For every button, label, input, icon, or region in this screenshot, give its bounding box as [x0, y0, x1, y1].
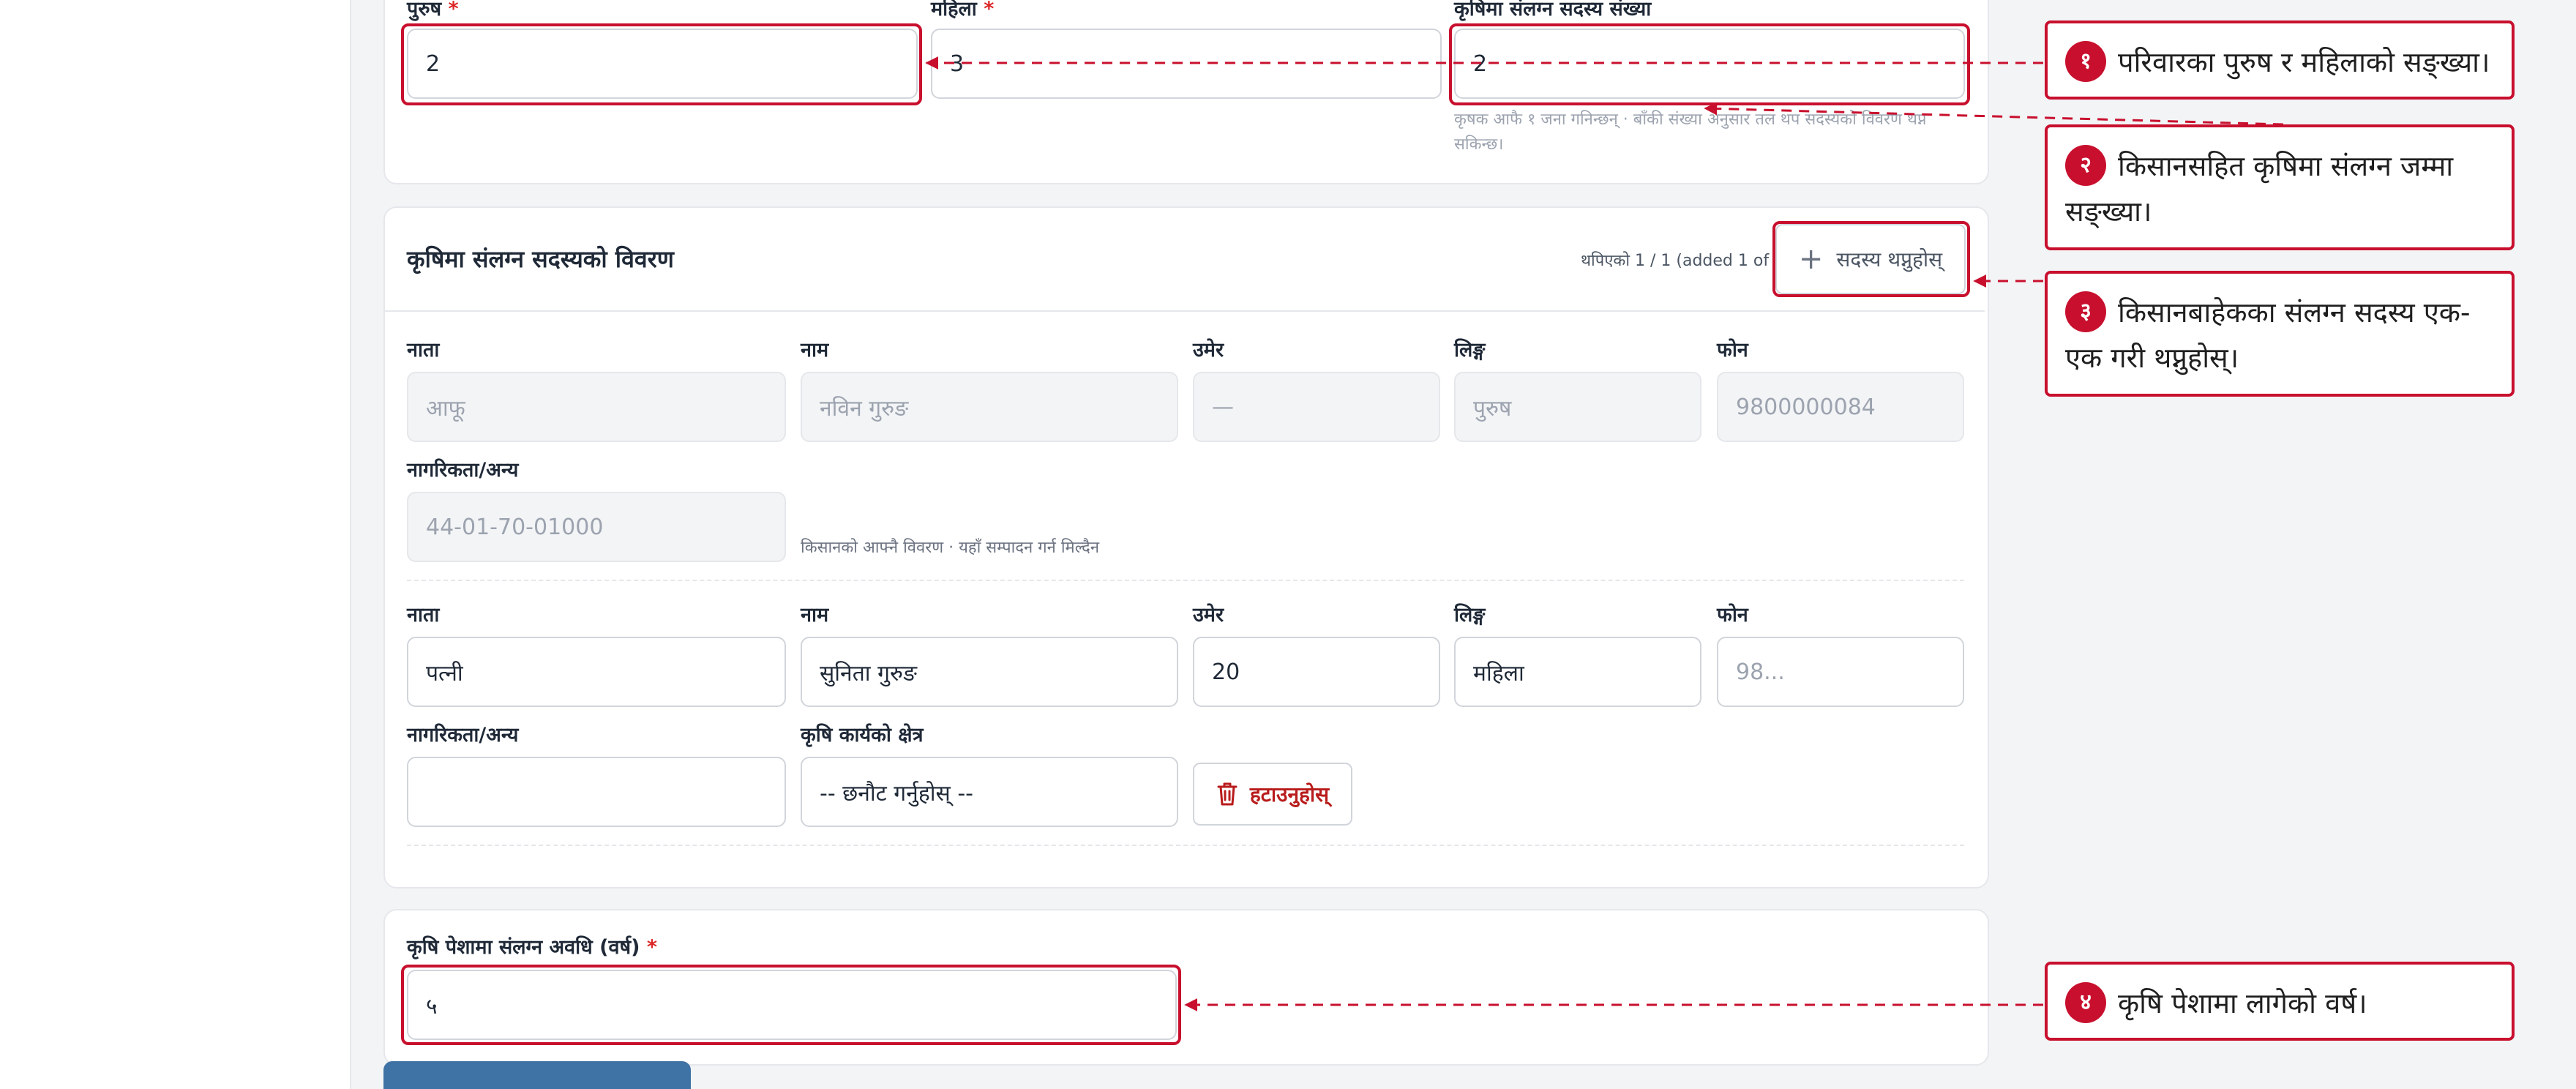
member-gender-label: लिङ्ग	[1454, 604, 1486, 626]
row-divider-bottom	[407, 845, 1964, 846]
trash-icon	[1217, 782, 1238, 806]
callout-4: ४ कृषि पेशामा लागेको वर्ष।	[2045, 962, 2515, 1041]
farmer-gender-field: पुरुष	[1454, 372, 1701, 442]
farmer-phone-label: फोन	[1717, 339, 1748, 362]
member-relation-label: नाता	[407, 604, 440, 626]
callout-4-badge: ४	[2065, 981, 2106, 1023]
callout-3: ३ किसानबाहेकका संलग्न सदस्य एक-एक गरी थप्…	[2045, 271, 2515, 397]
callout-2-text: किसानसहित कृषिमा संलग्न जम्मा सङ्ख्या।	[2065, 150, 2454, 228]
farmer-age-label: उमेर	[1193, 339, 1224, 362]
member-age-label: उमेर	[1193, 604, 1224, 626]
duration-label: कृषि पेशामा संलग्न अवधि (वर्ष) *	[407, 936, 657, 959]
page: पुरुष * महिला * कृषिमा संलग्न सदस्य संख्…	[0, 0, 2576, 1089]
farmer-relation-label: नाता	[407, 339, 440, 362]
remove-member-button[interactable]: हटाउनुहोस्	[1193, 763, 1352, 826]
left-panel	[0, 0, 351, 1089]
member-relation-input[interactable]: पत्नी	[407, 637, 786, 707]
farmer-age-field: —	[1193, 372, 1440, 442]
members-card-title: कृषिमा संलग्न सदस्यको विवरण	[407, 245, 674, 273]
member-citizenship-input[interactable]	[407, 757, 786, 827]
female-input[interactable]: 3	[931, 29, 1442, 99]
add-member-label: सदस्य थप्नुहोस्	[1836, 247, 1943, 272]
agri-count-hint: कृषक आफै १ जना गनिन्छन् · बाँकी संख्या अ…	[1454, 111, 1927, 154]
male-input[interactable]: 2	[407, 29, 918, 99]
remove-member-label: हटाउनुहोस्	[1249, 782, 1330, 807]
farmer-phone-field: 9800000084	[1717, 372, 1964, 442]
member-name-input[interactable]: सुनिता गुरुङ	[801, 637, 1178, 707]
callout-3-text: किसानबाहेकका संलग्न सदस्य एक-एक गरी थप्न…	[2065, 296, 2471, 374]
farmer-name-field: नविन गुरुङ	[801, 372, 1178, 442]
row-divider	[407, 580, 1964, 581]
member-gender-select[interactable]: महिला	[1454, 637, 1701, 707]
farmer-citizenship-label: नागरिकता/अन्य	[407, 459, 519, 482]
callout-1-text: परिवारका पुरुष र महिलाको सङ्ख्या।	[2118, 46, 2490, 78]
members-card-header-divider	[385, 310, 1985, 312]
callout-1: १ परिवारका पुरुष र महिलाको सङ्ख्या।	[2045, 20, 2515, 100]
farmer-citizenship-field: 44-01-70-01000	[407, 492, 786, 562]
member-farm-area-select[interactable]: -- छनौट गर्नुहोस् --	[801, 757, 1178, 827]
callout-2-badge: २	[2065, 144, 2106, 186]
duration-input[interactable]: ५	[407, 970, 1177, 1040]
female-label: महिला *	[931, 0, 995, 20]
agri-count-label: कृषिमा संलग्न सदस्य संख्या	[1454, 0, 1652, 20]
member-age-input[interactable]: 20	[1193, 637, 1440, 707]
plus-icon: +	[1798, 242, 1824, 276]
agri-count-input[interactable]: 2	[1454, 29, 1965, 99]
member-count: थपिएको 1 / 1 (added 1 of 1)	[1581, 252, 1791, 270]
farmer-gender-label: लिङ्ग	[1454, 339, 1486, 362]
add-member-button[interactable]: + सदस्य थप्नुहोस्	[1775, 224, 1966, 294]
member-phone-input[interactable]: 98...	[1717, 637, 1964, 707]
member-phone-label: फोन	[1717, 604, 1748, 626]
farmer-name-label: नाम	[801, 339, 829, 362]
farmer-readonly-note: किसानको आफ्नै विवरण · यहाँ सम्पादन गर्न …	[801, 539, 1100, 557]
callout-1-badge: १	[2065, 40, 2106, 82]
farmer-relation-field: आफू	[407, 372, 786, 442]
submit-button[interactable]	[383, 1061, 691, 1089]
callout-4-text: कृषि पेशामा लागेको वर्ष।	[2118, 987, 2367, 1019]
member-farm-area-label: कृषि कार्यको क्षेत्र	[801, 724, 924, 746]
male-label: पुरुष *	[407, 0, 459, 20]
member-citizenship-label: नागरिकता/अन्य	[407, 724, 519, 746]
member-name-label: नाम	[801, 604, 829, 626]
callout-3-badge: ३	[2065, 291, 2106, 332]
callout-2: २ किसानसहित कृषिमा संलग्न जम्मा सङ्ख्या।	[2045, 124, 2515, 250]
